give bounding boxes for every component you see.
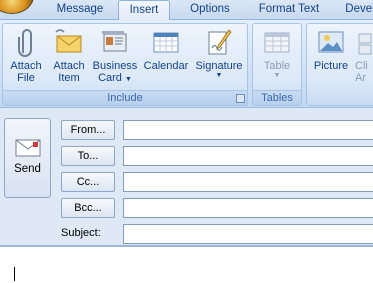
business-card-button[interactable]: Business Card ▼ <box>91 26 139 86</box>
bcc-button[interactable]: Bcc... <box>61 198 115 218</box>
tab-format-text[interactable]: Format Text <box>251 0 327 20</box>
tab-message[interactable]: Message <box>52 0 108 20</box>
tables-group-label: Tables <box>253 90 301 105</box>
signature-button[interactable]: Signature ▼ <box>193 26 245 80</box>
cc-button[interactable]: Cc... <box>61 172 115 192</box>
include-group: Attach File Attach Item Business Card ▼ <box>2 23 248 106</box>
to-field[interactable] <box>123 146 373 166</box>
to-button[interactable]: To... <box>61 146 115 166</box>
chevron-down-icon: ▼ <box>215 72 223 79</box>
paperclip-icon <box>18 29 32 57</box>
tab-options[interactable]: Options <box>182 0 238 20</box>
message-body[interactable] <box>0 245 373 283</box>
ribbon: Attach File Attach Item Business Card ▼ <box>0 20 373 108</box>
chevron-down-icon: ▼ <box>273 72 281 79</box>
compose-header: Send From... To... Cc... Bcc... Subject: <box>0 108 373 245</box>
calendar-icon <box>153 32 179 53</box>
from-field[interactable] <box>123 120 373 140</box>
table-icon <box>264 32 290 53</box>
envelope-icon <box>55 29 82 53</box>
from-button[interactable]: From... <box>61 120 115 140</box>
clip-art-button[interactable]: Cli Ar <box>355 26 373 84</box>
illustrations-group: Picture Cli Ar <box>306 23 373 106</box>
tab-developer[interactable]: Devel <box>340 0 373 20</box>
office-button-icon[interactable] <box>0 0 34 14</box>
signature-icon <box>208 29 232 55</box>
tables-group: Table ▼ Tables <box>252 23 302 106</box>
chevron-down-icon: ▼ <box>124 76 132 83</box>
cc-field[interactable] <box>123 172 373 192</box>
send-envelope-icon <box>15 139 40 157</box>
tab-insert[interactable]: Insert <box>118 0 170 21</box>
include-group-label: Include <box>3 90 247 105</box>
bcc-field[interactable] <box>123 198 373 218</box>
attach-file-button[interactable]: Attach File <box>6 26 46 84</box>
dialog-launcher-icon[interactable] <box>236 94 245 103</box>
send-button[interactable]: Send <box>4 118 51 198</box>
subject-field[interactable] <box>123 224 373 244</box>
business-card-icon <box>102 31 127 52</box>
table-button[interactable]: Table ▼ <box>257 26 297 80</box>
clip-art-icon <box>358 33 372 55</box>
send-label: Send <box>14 163 41 175</box>
text-cursor <box>14 267 15 281</box>
picture-icon <box>318 31 344 53</box>
subject-label: Subject: <box>61 227 101 239</box>
calendar-button[interactable]: Calendar <box>141 26 191 72</box>
attach-item-button[interactable]: Attach Item <box>49 26 89 84</box>
picture-button[interactable]: Picture <box>309 26 353 72</box>
ribbon-tab-strip: Message Insert Options Format Text Devel <box>0 0 373 21</box>
